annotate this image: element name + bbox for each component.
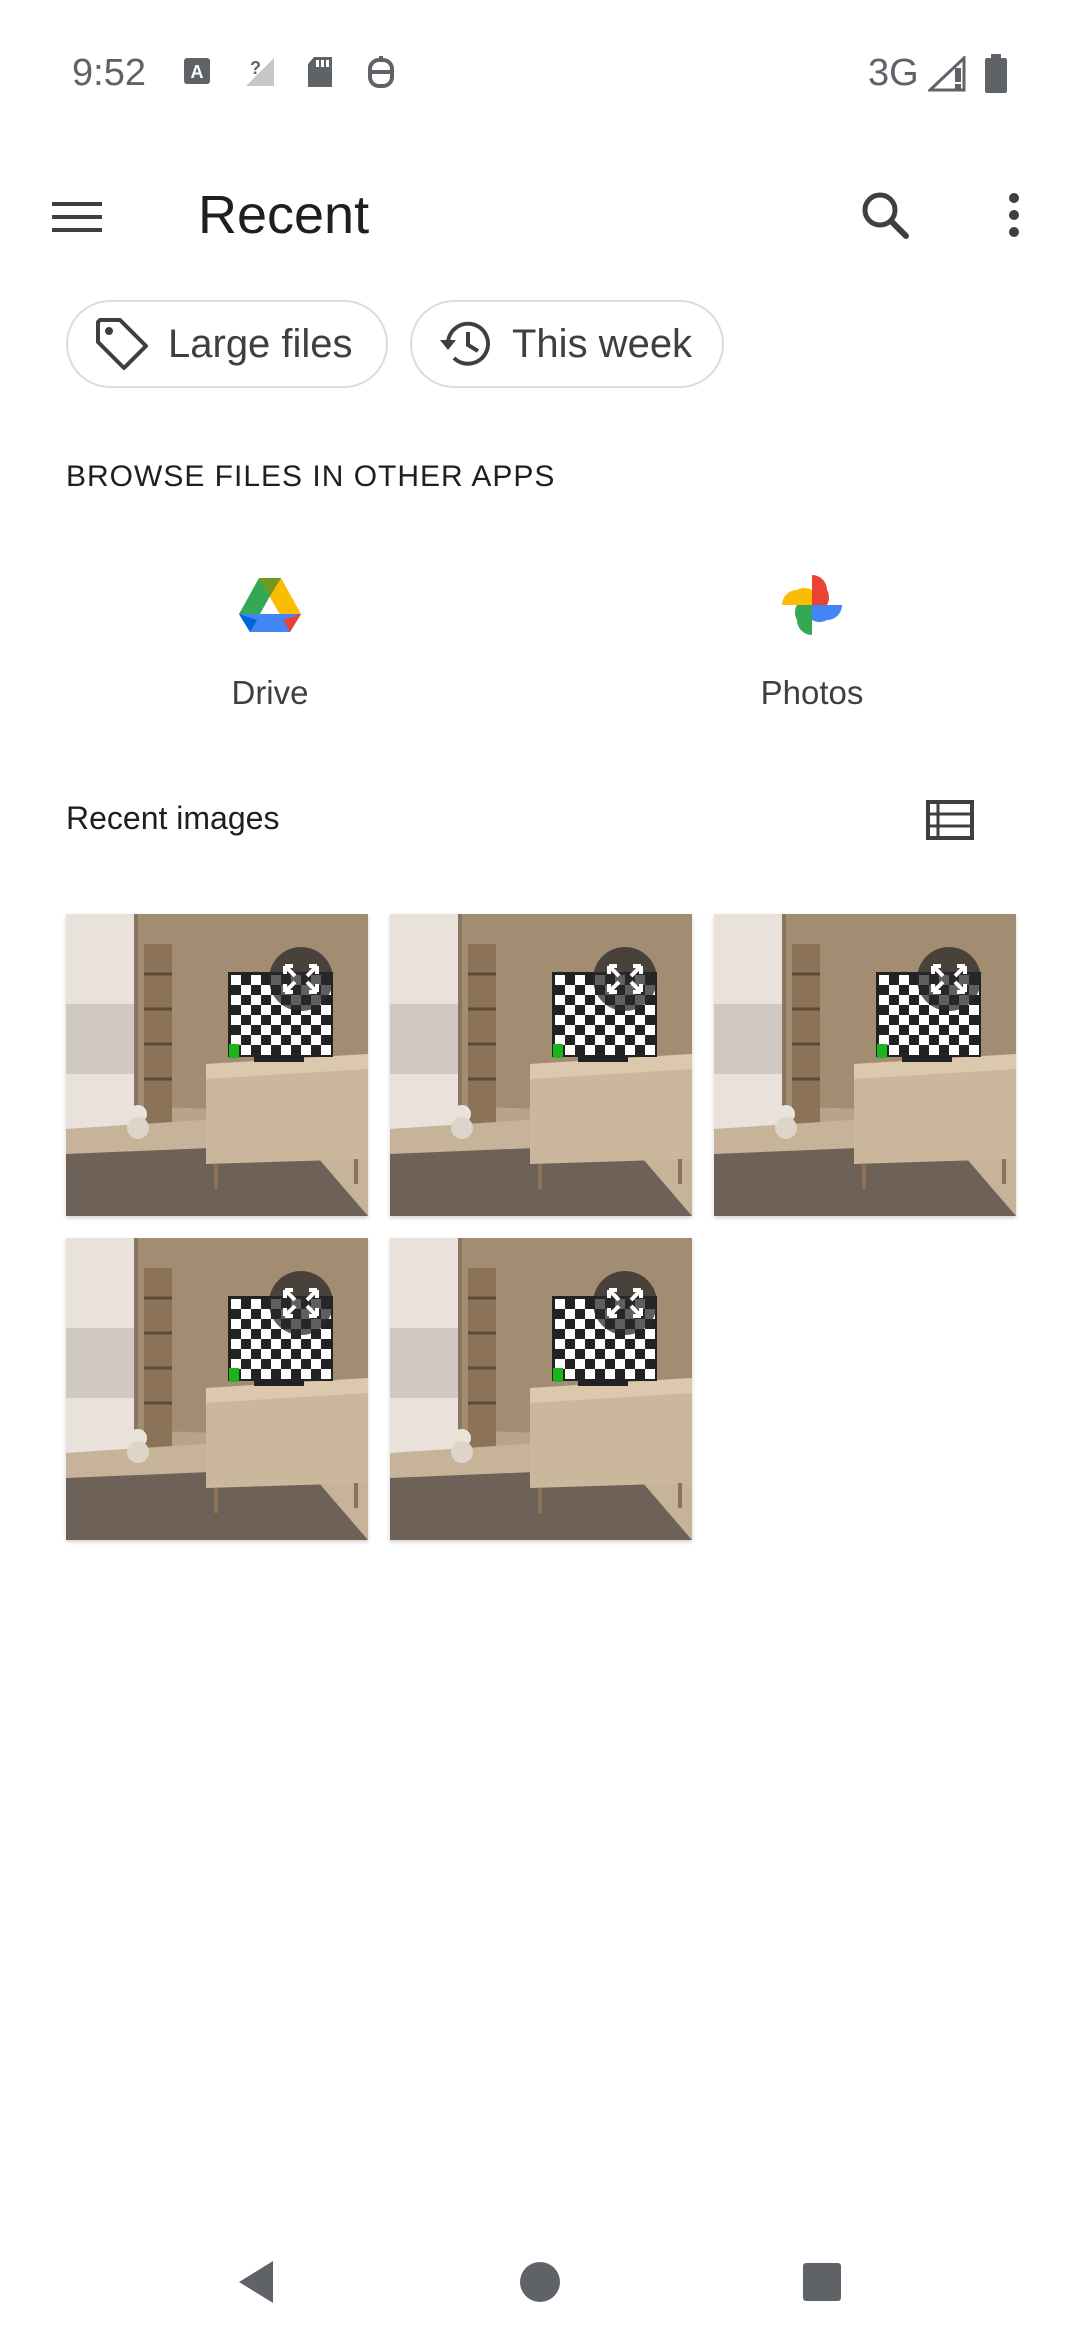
font-a-icon: A xyxy=(182,56,212,91)
fullscreen-icon[interactable] xyxy=(269,947,333,1011)
network-type: 3G xyxy=(868,52,919,94)
this-week-chip[interactable]: This week xyxy=(410,300,724,388)
no-signal-icon: ? xyxy=(244,56,276,93)
recent-image-thumbnail[interactable] xyxy=(66,1238,368,1540)
hamburger-menu-icon[interactable] xyxy=(40,182,110,252)
drive-label: Drive xyxy=(231,674,309,711)
large-files-label: Large files xyxy=(168,321,353,366)
recent-image-thumbnail[interactable] xyxy=(66,914,368,1216)
sd-card-icon xyxy=(306,56,334,93)
list-view-icon[interactable] xyxy=(920,790,980,850)
more-vert-icon[interactable] xyxy=(984,180,1044,250)
signal-icon xyxy=(926,54,968,97)
back-icon[interactable] xyxy=(218,2242,298,2322)
fullscreen-icon[interactable] xyxy=(917,947,981,1011)
top-app-bar: Recent xyxy=(0,150,1080,280)
recent-image-thumbnail[interactable] xyxy=(390,914,692,1216)
status-bar: 9:52 A ? 3G xyxy=(0,0,1080,150)
fullscreen-icon[interactable] xyxy=(269,1271,333,1335)
svg-text:A: A xyxy=(191,62,204,82)
recent-image-thumbnail[interactable] xyxy=(390,1238,692,1540)
system-navigation-bar xyxy=(0,2220,1080,2340)
status-time: 9:52 xyxy=(72,52,146,94)
photos-app-tile[interactable]: Photos xyxy=(702,560,922,730)
google-drive-icon xyxy=(235,570,305,640)
recents-icon[interactable] xyxy=(782,2242,862,2322)
recent-image-thumbnail[interactable] xyxy=(714,914,1016,1216)
recent-images-title: Recent images xyxy=(66,800,280,836)
photos-label: Photos xyxy=(760,674,864,711)
search-icon[interactable] xyxy=(850,180,920,250)
assistant-icon xyxy=(366,56,396,95)
svg-text:?: ? xyxy=(250,58,261,78)
fullscreen-icon[interactable] xyxy=(593,947,657,1011)
this-week-label: This week xyxy=(512,321,693,366)
google-photos-icon xyxy=(777,570,847,640)
battery-icon xyxy=(984,54,1008,99)
browse-section-title: BROWSE FILES IN OTHER APPS xyxy=(66,460,556,493)
tag-icon xyxy=(92,314,152,374)
page-title: Recent xyxy=(198,185,370,245)
history-icon xyxy=(436,314,496,374)
drive-app-tile[interactable]: Drive xyxy=(160,560,380,730)
fullscreen-icon[interactable] xyxy=(593,1271,657,1335)
home-icon[interactable] xyxy=(500,2242,580,2322)
large-files-chip[interactable]: Large files xyxy=(66,300,388,388)
